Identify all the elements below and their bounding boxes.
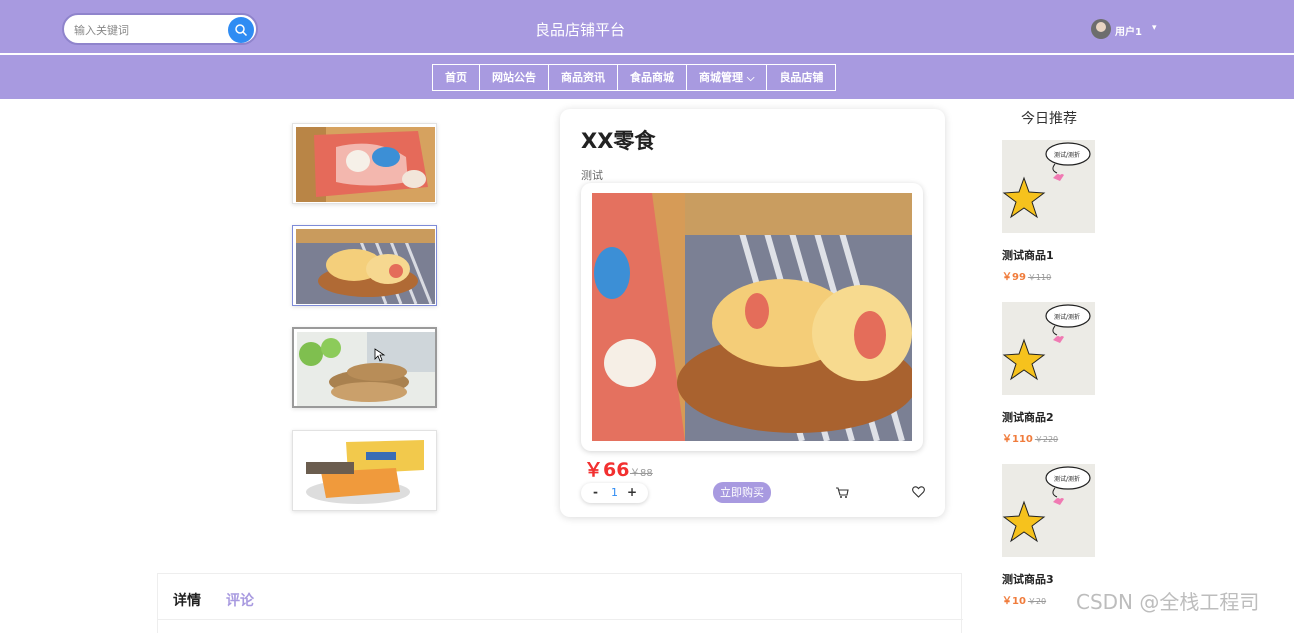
candy-image — [296, 127, 435, 202]
nav-item-announcements[interactable]: 网站公告 — [479, 64, 549, 91]
product-subtitle: 测试 — [581, 169, 603, 182]
product-price: ￥66 — [584, 459, 630, 481]
decrease-button[interactable]: - — [593, 485, 598, 499]
recommend-item-2[interactable]: 测试/测折 测试商品2 ￥110 ￥220 — [1002, 302, 1122, 445]
nav-item-food-mall[interactable]: 食品商城 — [617, 64, 687, 91]
main-nav: 首页 网站公告 商品资讯 食品商城 商城管理 ⌵ 良品店铺 — [432, 64, 837, 91]
star-sticker-image: 测试/测折 — [1002, 140, 1095, 233]
old-price-value: ￥220 — [1034, 435, 1059, 444]
heart-icon[interactable] — [912, 486, 925, 498]
increase-button[interactable]: + — [627, 485, 637, 499]
nav-item-shop[interactable]: 良品店铺 — [766, 64, 837, 91]
price-value: ￥110 — [1002, 434, 1033, 445]
star-sticker-image: 测试/测折 — [1002, 302, 1095, 395]
thumbnail-4[interactable] — [292, 430, 437, 511]
nav-item-label: 商城管理 — [699, 71, 743, 84]
star-sticker-image: 测试/测折 — [1002, 464, 1095, 557]
detail-tabs: 详情 评论 — [157, 573, 963, 633]
product-name: XX零食 — [581, 129, 656, 153]
nav-item-news[interactable]: 商品资讯 — [548, 64, 618, 91]
chevron-down-icon: ⌵ — [746, 73, 755, 84]
product-main-image — [592, 193, 912, 441]
thumbnail-1[interactable] — [292, 123, 437, 204]
site-title: 良品店铺平台 — [534, 21, 625, 39]
thumbnail-3[interactable] — [292, 327, 437, 408]
thumbnail-2[interactable] — [292, 225, 437, 306]
recommend-item-name: 测试商品2 — [1002, 411, 1054, 424]
recommend-item-name: 测试商品3 — [1002, 573, 1054, 586]
nav-item-mall-management[interactable]: 商城管理 ⌵ — [686, 64, 768, 91]
avatar[interactable] — [1091, 19, 1111, 39]
quantity-stepper: - 1 + — [581, 483, 648, 503]
product-card: XX零食 测试 ￥66 ￥88 - 1 + 立即购买 — [560, 109, 945, 517]
recommend-title: 今日推荐 — [1021, 111, 1077, 127]
product-image-frame — [581, 183, 923, 451]
tab-comments[interactable]: 评论 — [226, 590, 254, 610]
cart-icon[interactable] — [835, 486, 849, 499]
price-value: ￥99 — [1002, 272, 1026, 283]
user-name[interactable]: 用户1 — [1115, 23, 1142, 38]
chevron-down-icon[interactable]: ▾ — [1152, 23, 1157, 33]
tab-divider — [158, 619, 963, 620]
old-price-value: ￥20 — [1027, 597, 1047, 606]
quantity-value[interactable]: 1 — [611, 486, 618, 499]
recommend-item-price: ￥110 ￥220 — [1002, 430, 1122, 445]
sticker-text: 测试/测折 — [1054, 475, 1080, 483]
sticker-text: 测试/测折 — [1054, 151, 1080, 159]
product-old-price: ￥88 — [630, 468, 653, 479]
recommend-item-1[interactable]: 测试/测折 测试商品1 ￥99 ￥110 — [1002, 140, 1122, 283]
recommend-item-name: 测试商品1 — [1002, 249, 1054, 262]
buy-now-button[interactable]: 立即购买 — [713, 482, 771, 503]
price-value: ￥10 — [1002, 596, 1026, 607]
cake-box-image — [296, 434, 435, 509]
sticker-text: 测试/测折 — [1054, 313, 1080, 321]
cookie-image — [297, 332, 435, 406]
recommend-item-price: ￥99 ￥110 — [1002, 268, 1122, 283]
header-divider — [0, 53, 1294, 55]
header-bar: 良品店铺平台 用户1 ▾ 首页 网站公告 商品资讯 食品商城 商城管理 ⌵ 良品… — [0, 0, 1294, 99]
watermark: CSDN @全栈工程司 — [1076, 590, 1260, 614]
tab-details[interactable]: 详情 — [173, 590, 201, 610]
bread-image — [296, 229, 435, 304]
old-price-value: ￥110 — [1027, 273, 1052, 282]
nav-item-home[interactable]: 首页 — [432, 64, 480, 91]
